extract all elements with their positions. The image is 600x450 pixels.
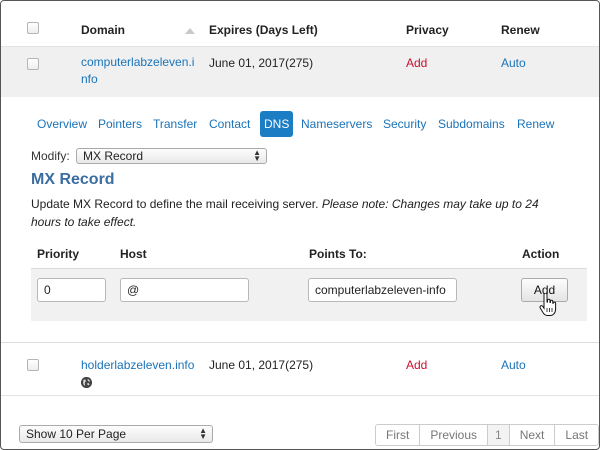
pagination-last[interactable]: Last	[555, 425, 599, 445]
tab-overview[interactable]: Overview	[37, 111, 87, 137]
expires-value: June 01, 2017(275)	[209, 358, 314, 372]
priority-header: Priority	[37, 247, 80, 261]
tab-security[interactable]: Security	[383, 111, 426, 137]
column-header-privacy: Privacy	[406, 23, 449, 37]
sort-ascending-icon[interactable]	[185, 28, 195, 34]
tab-contact[interactable]: Contact	[209, 111, 250, 137]
renew-auto-link[interactable]: Auto	[501, 55, 526, 72]
table-row: computerlabzeleven.i nfo June 01, 2017(2…	[1, 47, 599, 97]
renew-auto-link[interactable]: Auto	[501, 357, 526, 374]
privacy-add-link[interactable]: Add	[406, 357, 427, 374]
expires-value: June 01, 2017(275)	[209, 56, 314, 70]
section-description: Update MX Record to define the mail rece…	[31, 195, 571, 231]
row-checkbox[interactable]	[27, 359, 39, 371]
pagination-next[interactable]: Next	[509, 425, 556, 445]
column-header-expires[interactable]: Expires (Days Left)	[209, 23, 318, 37]
host-input[interactable]: @	[120, 278, 249, 302]
select-arrows-icon: ▲ ▼	[253, 148, 261, 163]
domain-manager-window: Domain Expires (Days Left) Privacy Renew…	[0, 0, 600, 450]
modify-label: Modify:	[31, 149, 70, 163]
mx-form-header: Priority Host Points To: Action	[31, 239, 587, 269]
pagination: First Previous 1 Next Last	[375, 424, 599, 446]
globe-icon	[81, 377, 92, 388]
column-header-domain[interactable]: Domain	[81, 23, 125, 37]
points-to-input[interactable]: computerlabzeleven-info	[308, 278, 457, 302]
points-to-header: Points To:	[309, 247, 367, 261]
domain-details-panel: Overview Pointers Transfer Contact DNS N…	[1, 97, 599, 343]
pagination-previous[interactable]: Previous	[420, 425, 489, 445]
per-page-select[interactable]: Show 10 Per Page ▲ ▼	[19, 425, 213, 443]
tab-pointers[interactable]: Pointers	[98, 111, 142, 137]
row-checkbox[interactable]	[27, 58, 39, 70]
mx-record-form: Priority Host Points To: Action 0 @ comp…	[31, 239, 587, 321]
section-title: MX Record	[31, 171, 115, 188]
domain-link-text-line2: nfo	[81, 72, 98, 86]
per-page-selected: Show 10 Per Page	[26, 427, 127, 441]
priority-input[interactable]: 0	[37, 278, 106, 302]
table-header: Domain Expires (Days Left) Privacy Renew	[1, 1, 599, 47]
domain-link[interactable]: computerlabzeleven.i nfo	[81, 54, 194, 88]
tab-dns[interactable]: DNS	[260, 111, 294, 137]
select-arrows-icon: ▲ ▼	[199, 426, 207, 441]
tab-renew[interactable]: Renew	[517, 111, 554, 137]
tab-transfer[interactable]: Transfer	[153, 111, 197, 137]
domain-link-text-line1: computerlabzeleven.i	[81, 55, 195, 69]
host-header: Host	[120, 247, 147, 261]
table-row: holderlabzeleven.info June 01, 2017(275)…	[1, 344, 599, 396]
action-header: Action	[522, 247, 560, 261]
pagination-current-page: 1	[488, 425, 510, 445]
column-header-renew: Renew	[501, 23, 540, 37]
record-type-selected: MX Record	[83, 149, 144, 163]
description-text: Update MX Record to define the mail rece…	[31, 197, 322, 211]
select-all-checkbox[interactable]	[27, 22, 39, 34]
hand-pointer-cursor-icon	[539, 293, 557, 316]
tab-subdomains[interactable]: Subdomains	[438, 111, 505, 137]
domain-link[interactable]: holderlabzeleven.info	[81, 357, 194, 374]
tab-nameservers[interactable]: Nameservers	[301, 111, 372, 137]
pagination-first[interactable]: First	[376, 425, 421, 445]
privacy-add-link[interactable]: Add	[406, 55, 427, 72]
record-type-select[interactable]: MX Record ▲ ▼	[76, 148, 267, 164]
